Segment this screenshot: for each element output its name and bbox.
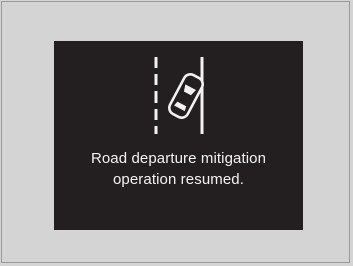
outer-frame: Road departure mitigation operation resu…	[1, 1, 350, 263]
road-departure-car-icon	[154, 57, 204, 134]
instrument-display-panel: Road departure mitigation operation resu…	[54, 41, 303, 230]
message-line-2: operation resumed.	[112, 171, 245, 188]
status-message: Road departure mitigation operation resu…	[54, 148, 303, 190]
message-line-1: Road departure mitigation	[90, 150, 267, 167]
